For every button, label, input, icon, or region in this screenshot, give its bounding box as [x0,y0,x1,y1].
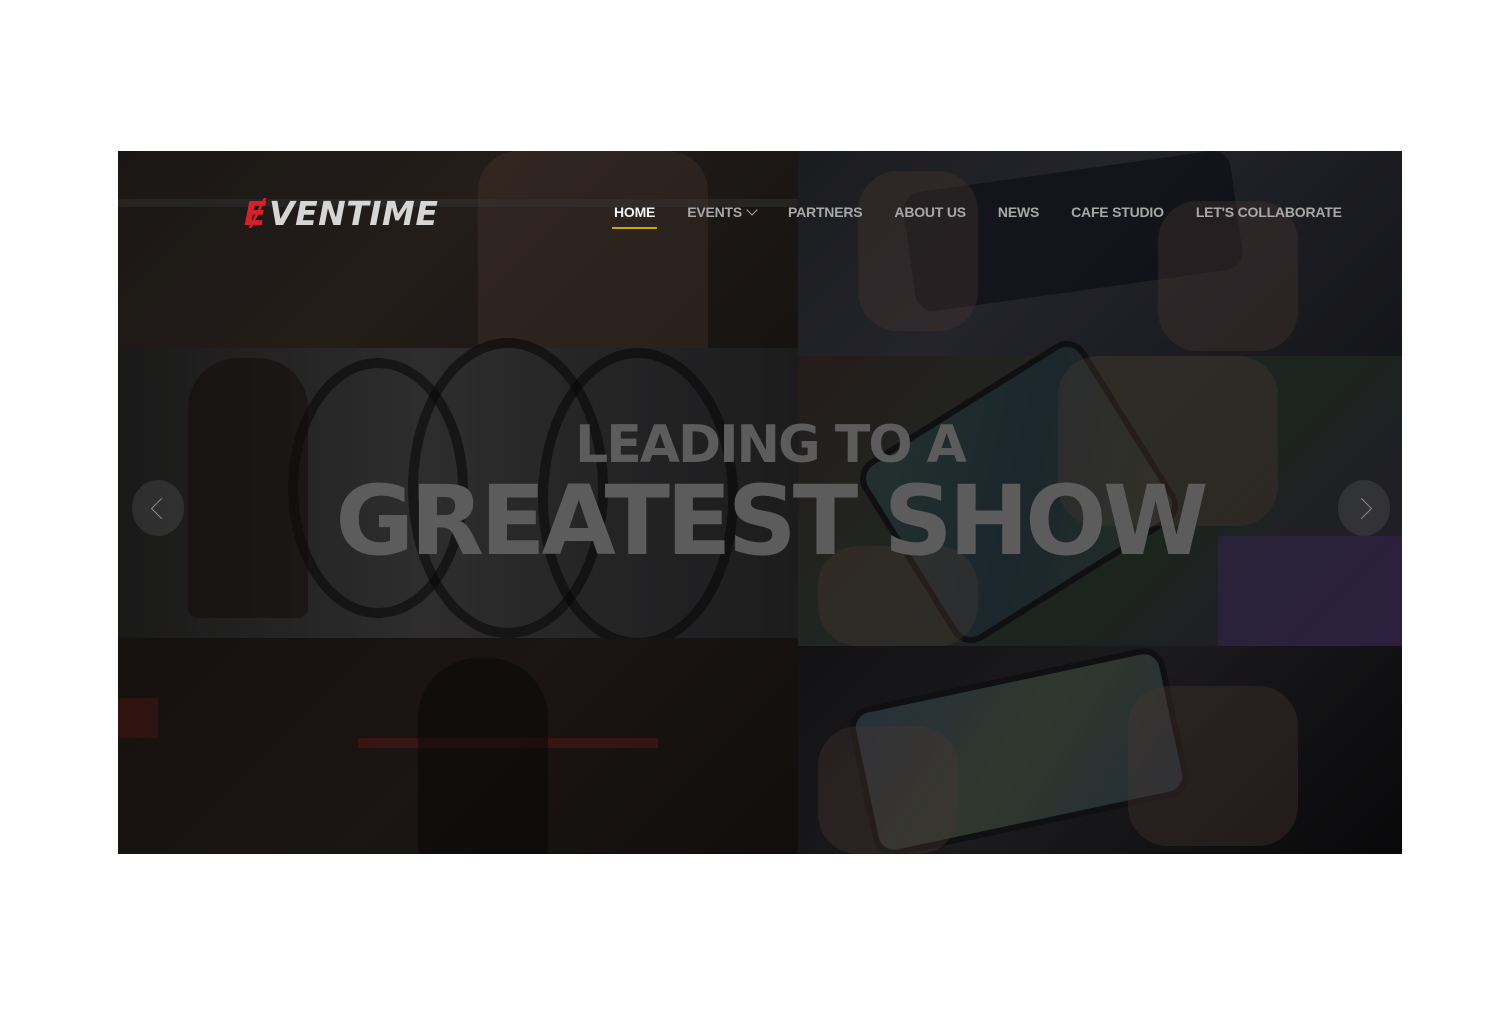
nav-lets-collaborate-label: LET'S COLLABORATE [1195,204,1342,220]
nav-lets-collaborate[interactable]: LET'S COLLABORATE [1196,204,1342,220]
logo-text: VENTIME [269,193,439,233]
chevron-right-icon [1350,497,1372,519]
nav-about-us-label: ABOUT US [894,204,966,220]
nav-partners[interactable]: PARTNERS [788,204,863,220]
nav-about-us[interactable]: ABOUT US [894,204,966,220]
nav-home[interactable]: HOME [611,204,658,229]
logo-mark: Ɇ [244,193,268,233]
chevron-down-icon [746,203,758,216]
nav-events-label: EVENTS [687,204,743,220]
main-nav: HOME EVENTS PARTNERS ABOUT US NEWS CAFE … [611,203,1374,229]
nav-cafe-studio-label: CAFE STUDIO [1071,204,1164,220]
eventime-logo[interactable]: Ɇ VENTIME [244,193,439,233]
hero-headline-big: GREATEST SHOW [335,465,1208,577]
slider-next-button[interactable] [1338,480,1390,536]
hero-slider: Ɇ VENTIME HOME EVENTS PARTNERS ABOUT US … [118,151,1402,854]
nav-home-label: HOME [614,204,656,220]
nav-news[interactable]: NEWS [998,204,1039,220]
nav-cafe-studio[interactable]: CAFE STUDIO [1071,204,1164,220]
chevron-left-icon [150,497,172,519]
slider-prev-button[interactable] [132,480,184,536]
nav-partners-label: PARTNERS [788,204,863,220]
nav-events[interactable]: EVENTS [687,203,758,220]
nav-news-label: NEWS [997,204,1040,220]
